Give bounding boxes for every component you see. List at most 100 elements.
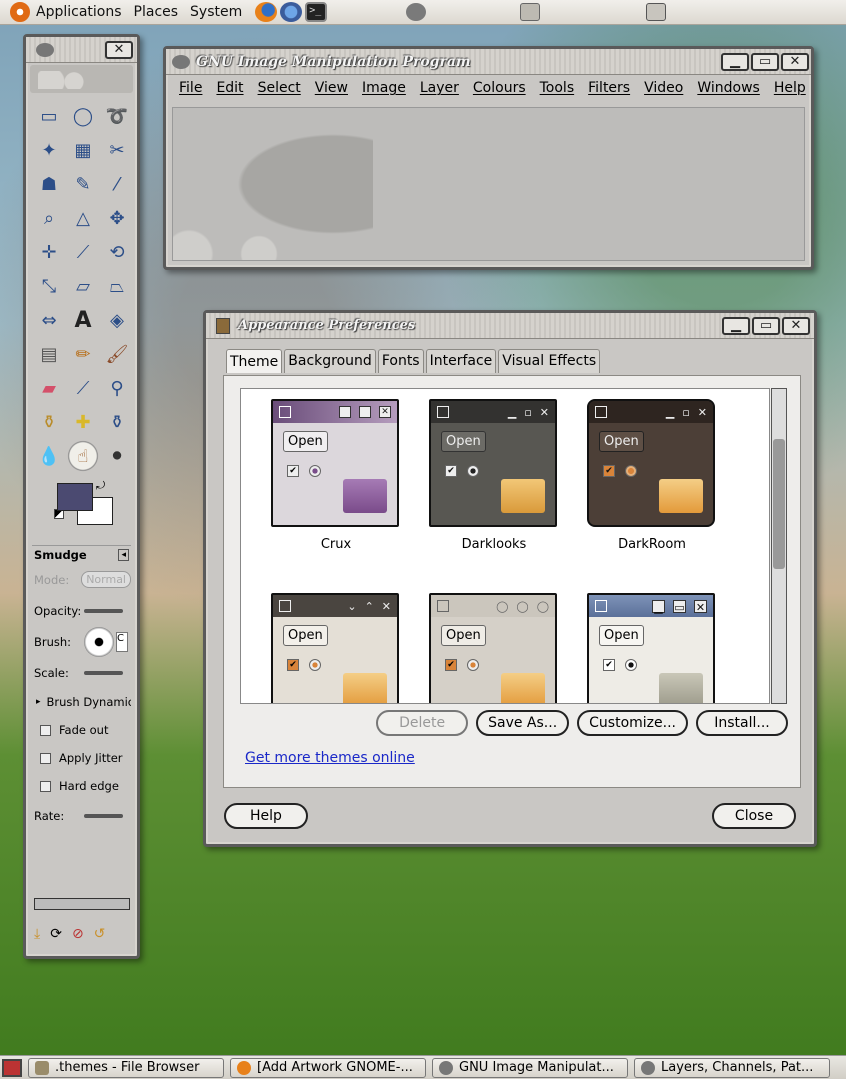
install-button[interactable]: Install... [696, 710, 788, 736]
appearance-minimize-button[interactable]: ▁ [722, 316, 750, 335]
blend-icon[interactable]: ▤ [32, 337, 66, 371]
fade-out-checkbox[interactable] [40, 724, 51, 736]
scale-icon[interactable]: ⤡ [32, 269, 66, 303]
menu-layer[interactable]: Layer [413, 78, 466, 98]
menu-select[interactable]: Select [251, 78, 308, 98]
help-button[interactable]: Help [224, 803, 308, 829]
align-icon[interactable]: ✛ [32, 235, 66, 269]
menu-view[interactable]: View [308, 78, 355, 98]
toolbox-close-button[interactable]: ✕ [105, 40, 133, 59]
crop-icon[interactable]: ⟋ [66, 235, 100, 269]
color-select-icon[interactable]: ▦ [66, 133, 100, 167]
hard-edge-checkbox[interactable] [40, 780, 51, 792]
reset-options-icon[interactable]: ↺ [94, 926, 106, 942]
menu-video[interactable]: Video [637, 78, 690, 98]
perspective-icon[interactable]: ⏢ [100, 269, 134, 303]
appearance-close-window-button[interactable]: ✕ [782, 316, 810, 335]
menu-filters[interactable]: Filters [581, 78, 637, 98]
toolbox-hscroll[interactable] [34, 898, 130, 910]
task-layers[interactable]: Layers, Channels, Pat... [634, 1057, 830, 1078]
opacity-slider[interactable] [84, 608, 123, 613]
move-icon[interactable]: ✥ [100, 201, 134, 235]
paintbrush-icon[interactable]: 🖌 [100, 337, 134, 371]
tab-theme[interactable]: Theme [226, 349, 283, 373]
scale-slider[interactable] [84, 670, 123, 675]
theme-item-6[interactable]: ▁ ▭ ✕ Open ✔ [587, 593, 717, 703]
theme-item-5[interactable]: ◯ ◯ ◯ Open ✔ [429, 593, 559, 703]
camera-tray-icon[interactable] [646, 3, 666, 21]
apply-jitter-row[interactable]: Apply Jitter [32, 744, 131, 772]
gimp-tray-icon[interactable] [406, 3, 426, 21]
gimp-main-titlebar[interactable]: GNU Image Manipulation Program ▁ ▭ ✕ [166, 49, 811, 75]
minimize-button[interactable]: ▁ [721, 52, 749, 71]
airbrush-icon[interactable]: ⟋ [66, 371, 100, 405]
text-icon[interactable]: A [66, 303, 100, 337]
theme-item-darklooks[interactable]: ▁ ▫ ✕ Open ✔ Darklooks [429, 399, 559, 552]
applications-menu[interactable]: Applications [34, 4, 132, 20]
theme-item-darkroom[interactable]: ▁ ▫ ✕ Open ✔ DarkRoom [587, 399, 717, 552]
flip-icon[interactable]: ⇔ [32, 303, 66, 337]
foreground-color-swatch[interactable] [57, 483, 93, 511]
pencil-icon[interactable]: ✏ [66, 337, 100, 371]
free-select-icon[interactable]: ➰ [100, 99, 134, 133]
toolbox-titlebar[interactable]: ✕ [26, 37, 137, 63]
eraser-icon[interactable]: ▰ [32, 371, 66, 405]
bucket-fill-icon[interactable]: ◈ [100, 303, 134, 337]
smudge-icon[interactable]: ☝ [66, 439, 100, 473]
rect-select-icon[interactable]: ▭ [32, 99, 66, 133]
customize-button[interactable]: Customize... [577, 710, 688, 736]
places-menu[interactable]: Places [132, 4, 189, 20]
heal-icon[interactable]: ✚ [66, 405, 100, 439]
color-picker-icon[interactable]: ⁄ [100, 167, 134, 201]
close-dialog-button[interactable]: Close [712, 803, 796, 829]
terminal-launcher-icon[interactable] [305, 2, 328, 22]
delete-button[interactable]: Delete [376, 710, 469, 736]
theme-list-scrollbar[interactable] [771, 388, 787, 704]
firefox-launcher-icon[interactable] [255, 2, 278, 22]
menu-tools[interactable]: Tools [533, 78, 582, 98]
shear-icon[interactable]: ▱ [66, 269, 100, 303]
theme-item-4[interactable]: ⌄ ⌃ ✕ Open ✔ [271, 593, 401, 703]
theme-item-crux[interactable]: ✕ Open ✔ Crux [271, 399, 401, 552]
dodge-burn-icon[interactable]: ⚫ [100, 439, 134, 473]
clone-icon[interactable]: ⚱ [32, 405, 66, 439]
scissors-icon[interactable]: ✂ [100, 133, 134, 167]
mode-combo[interactable]: Normal [81, 571, 131, 588]
delete-options-icon[interactable]: ⊘ [72, 926, 84, 942]
menu-image[interactable]: Image [355, 78, 413, 98]
get-more-themes-link[interactable]: Get more themes online [245, 750, 415, 766]
maximize-button[interactable]: ▭ [751, 52, 779, 71]
gimp-empty-canvas[interactable] [172, 107, 805, 261]
menu-file[interactable]: File [172, 78, 209, 98]
tab-visual-effects[interactable]: Visual Effects [498, 349, 601, 373]
task-gimp[interactable]: GNU Image Manipulat... [432, 1057, 628, 1078]
blur-icon[interactable]: 💧 [32, 439, 66, 473]
menu-windows[interactable]: Windows [690, 78, 767, 98]
rate-slider[interactable] [84, 813, 123, 818]
perspective-clone-icon[interactable]: ⚱ [100, 405, 134, 439]
screenshot-tray-icon[interactable] [520, 3, 540, 21]
tab-background[interactable]: Background [284, 349, 376, 373]
system-menu[interactable]: System [188, 4, 252, 20]
rotate-icon[interactable]: ⟲ [100, 235, 134, 269]
menu-help[interactable]: Help [767, 78, 813, 98]
show-desktop-icon[interactable] [2, 1058, 22, 1077]
appearance-maximize-button[interactable]: ▭ [752, 316, 780, 335]
hard-edge-row[interactable]: Hard edge [32, 772, 131, 800]
restore-options-icon[interactable]: ⟳ [50, 926, 62, 942]
measure-icon[interactable]: △ [66, 201, 100, 235]
ellipse-select-icon[interactable]: ◯ [66, 99, 100, 133]
ubuntu-logo-icon[interactable] [10, 2, 30, 22]
zoom-icon[interactable]: ⌕ [32, 201, 66, 235]
apply-jitter-checkbox[interactable] [40, 752, 51, 764]
fade-out-row[interactable]: Fade out [32, 716, 131, 744]
menu-colours[interactable]: Colours [466, 78, 533, 98]
ink-icon[interactable]: ⚲ [100, 371, 134, 405]
fuzzy-select-icon[interactable]: ✦ [32, 133, 66, 167]
foreground-select-icon[interactable]: ☗ [32, 167, 66, 201]
brush-dynamics-expander[interactable]: ▸ Brush Dynamic [32, 688, 131, 716]
save-as-button[interactable]: Save As... [476, 710, 570, 736]
close-button[interactable]: ✕ [781, 52, 809, 71]
save-options-icon[interactable]: ⤓ [34, 926, 40, 942]
paths-icon[interactable]: ✎ [66, 167, 100, 201]
